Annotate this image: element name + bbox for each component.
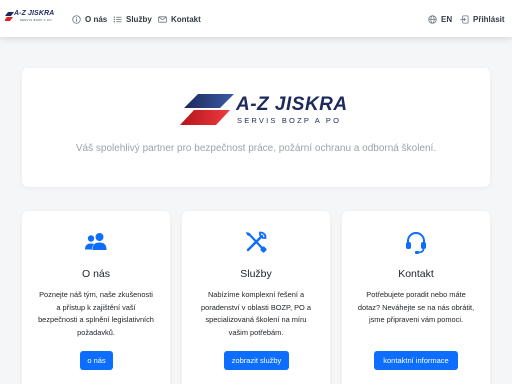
card-contact: Kontakt Potřebujete poradit nebo máte do…	[342, 211, 490, 384]
card-contact-text: Potřebujete poradit nebo máte dotaz? Nev…	[357, 290, 475, 324]
nav-contact[interactable]: Kontakt	[158, 12, 201, 26]
language-switch[interactable]: EN	[428, 12, 452, 26]
nav-about-label: O nás	[85, 14, 108, 24]
hero-card: A-Z JISKRA SERVIS BOZP A PO Váš spolehli…	[22, 68, 490, 187]
tools-icon	[243, 229, 269, 255]
nav-about[interactable]: O nás	[72, 12, 107, 26]
card-services-text: Nabízíme komplexní řešení a poradenství …	[201, 290, 311, 337]
nav-services[interactable]: Služby	[113, 12, 152, 26]
card-contact-title: Kontakt	[398, 268, 434, 280]
language-label: EN	[441, 14, 453, 24]
hero-title: A-Z JISKRA	[236, 94, 348, 115]
envelope-icon	[158, 15, 167, 24]
card-about-title: O nás	[81, 268, 110, 280]
people-icon	[83, 229, 109, 255]
headset-icon	[403, 229, 429, 255]
card-services: Služby Nabízíme komplexní řešení a porad…	[182, 211, 330, 384]
login-link[interactable]: Přihlásit	[460, 12, 505, 26]
globe-icon	[428, 14, 437, 24]
card-about: O nás Poznejte náš tým, naše zkušenosti …	[22, 211, 170, 384]
hero-subtitle: SERVIS BOZP A PO	[237, 116, 342, 125]
contact-button[interactable]: kontaktní informace	[374, 351, 458, 370]
brand-subtitle: SERVIS BOZP A PO	[20, 19, 52, 22]
logo-mark-icon	[180, 94, 234, 125]
nav-contact-label: Kontakt	[171, 14, 201, 24]
info-circle-icon	[72, 14, 81, 24]
brand-title: A-Z JISKRA	[14, 10, 55, 17]
card-services-title: Služby	[240, 268, 272, 280]
card-about-text: Poznejte náš tým, naše zkušenosti a přís…	[38, 290, 154, 337]
login-label: Přihlásit	[473, 14, 505, 24]
nav-services-label: Služby	[126, 14, 152, 24]
services-button[interactable]: zobrazit služby	[224, 351, 289, 370]
navbar: A-Z JISKRA SERVIS BOZP A PO O nás Služby…	[0, 0, 512, 37]
hero-tagline: Váš spolehlivý partner pro bezpečnost pr…	[75, 143, 437, 154]
about-button[interactable]: o nás	[80, 351, 113, 370]
hero-logo: A-Z JISKRA SERVIS BOZP A PO	[176, 92, 372, 128]
list-icon	[113, 15, 122, 24]
brand-logo[interactable]: A-Z JISKRA SERVIS BOZP A PO	[5, 10, 57, 27]
login-icon	[460, 14, 469, 24]
